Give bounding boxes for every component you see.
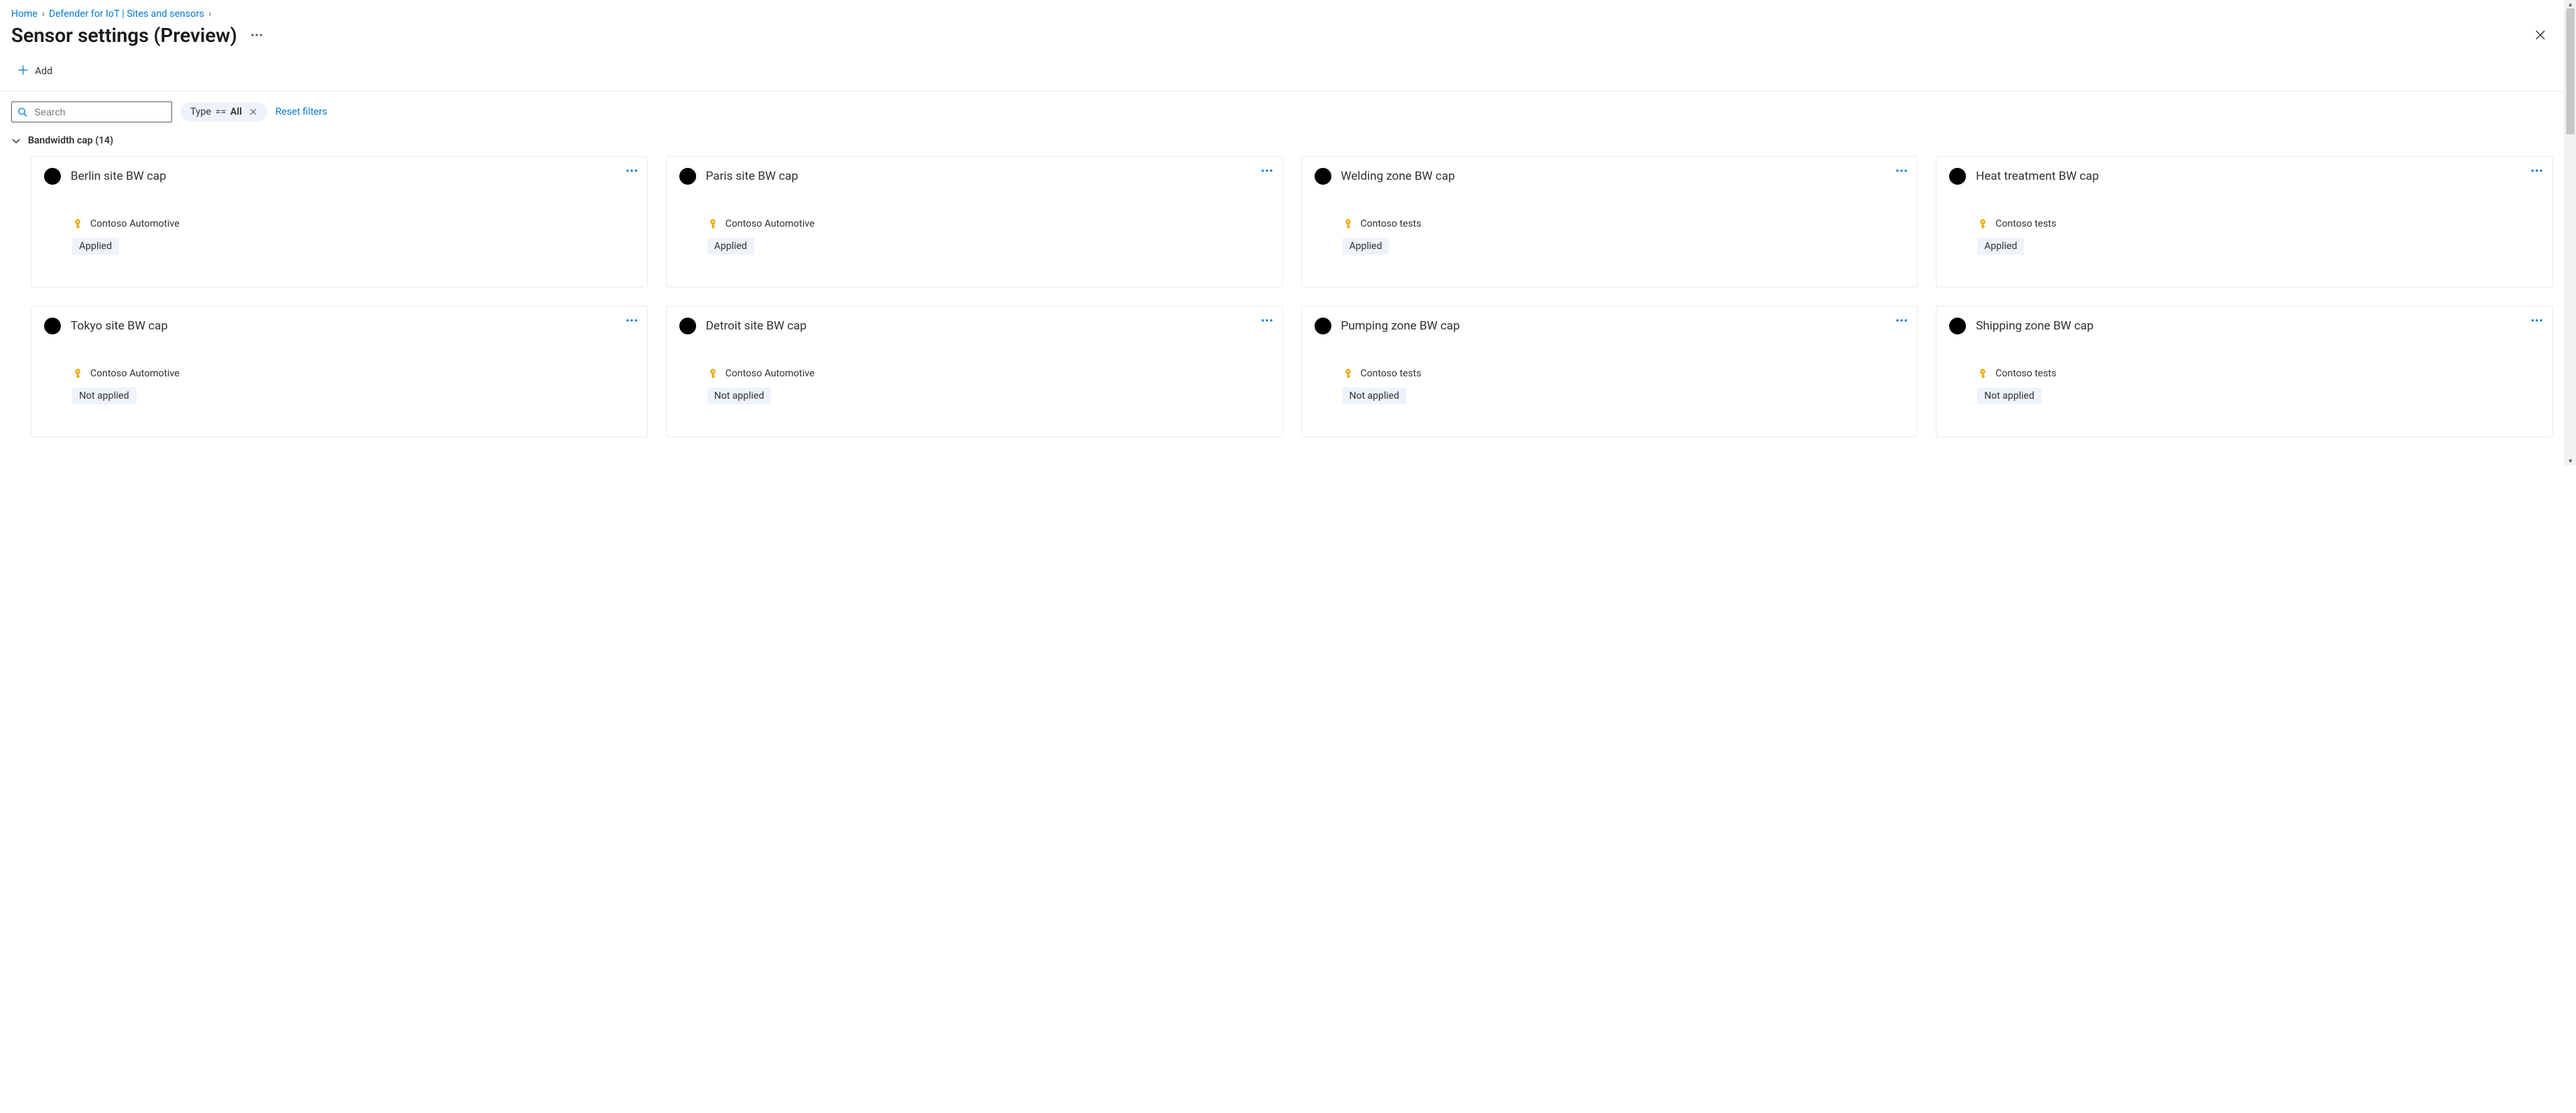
gauge-icon xyxy=(1948,166,1967,186)
card-more-button[interactable] xyxy=(623,312,640,326)
breadcrumb-sep-icon: › xyxy=(208,8,211,20)
setting-card[interactable]: Tokyo site BW cap Contoso Automotive Not… xyxy=(31,306,648,437)
filter-pill-value: All xyxy=(230,106,242,118)
scroll-down-icon: ▾ xyxy=(2565,457,2576,465)
breadcrumb-defender[interactable]: Defender for IoT | Sites and sensors xyxy=(49,8,204,20)
title-more-button[interactable] xyxy=(246,24,268,46)
group-header-bandwidth-cap[interactable]: Bandwidth cap (14) xyxy=(11,135,2553,146)
card-more-button[interactable] xyxy=(1259,162,1275,176)
add-button[interactable]: ＋ Add xyxy=(11,60,58,83)
card-more-button[interactable] xyxy=(2528,312,2545,326)
card-title: Paris site BW cap xyxy=(706,169,798,183)
search-box[interactable] xyxy=(11,101,172,122)
breadcrumb: Home › Defender for IoT | Sites and sens… xyxy=(11,8,2553,20)
close-icon xyxy=(2535,29,2546,41)
more-horizontal-icon xyxy=(626,169,637,172)
card-workspace: Contoso tests xyxy=(1995,368,2056,379)
setting-card[interactable]: Detroit site BW cap Contoso Automotive N… xyxy=(666,306,1283,437)
gauge-icon xyxy=(43,316,62,336)
more-horizontal-icon xyxy=(1261,169,1273,172)
breadcrumb-home[interactable]: Home xyxy=(11,8,38,20)
divider xyxy=(0,91,2564,92)
more-horizontal-icon xyxy=(1261,319,1273,322)
key-icon xyxy=(1343,218,1354,229)
more-horizontal-icon xyxy=(2531,319,2542,322)
group-header-label: Bandwidth cap (14) xyxy=(28,135,113,146)
setting-card[interactable]: Shipping zone BW cap Contoso tests Not a… xyxy=(1936,306,2553,437)
gauge-icon xyxy=(678,316,698,336)
gauge-icon xyxy=(1948,316,1967,336)
filter-pill-key: Type xyxy=(190,106,211,118)
status-badge: Not applied xyxy=(1343,388,1407,404)
card-more-button[interactable] xyxy=(1259,312,1275,326)
key-icon xyxy=(1343,368,1354,379)
gauge-icon xyxy=(43,166,62,186)
page-title: Sensor settings (Preview) xyxy=(11,24,237,47)
status-badge: Applied xyxy=(707,238,754,255)
more-horizontal-icon xyxy=(251,34,262,36)
card-title: Shipping zone BW cap xyxy=(1976,319,2093,333)
status-badge: Not applied xyxy=(707,388,772,404)
card-title: Detroit site BW cap xyxy=(706,319,807,333)
card-workspace: Contoso Automotive xyxy=(90,218,180,229)
gauge-icon xyxy=(1313,316,1333,336)
vertical-scrollbar[interactable]: ▴ ▾ xyxy=(2564,0,2576,465)
card-more-button[interactable] xyxy=(1893,162,1910,176)
plus-icon: ＋ xyxy=(17,65,29,78)
more-horizontal-icon xyxy=(1896,319,1907,322)
search-icon xyxy=(17,107,27,117)
key-icon xyxy=(72,218,83,229)
search-input[interactable] xyxy=(33,106,166,118)
setting-card[interactable]: Pumping zone BW cap Contoso tests Not ap… xyxy=(1301,306,1918,437)
card-workspace: Contoso tests xyxy=(1995,218,2056,229)
scroll-up-icon: ▴ xyxy=(2565,0,2576,8)
status-badge: Not applied xyxy=(1977,388,2041,404)
filter-pill-op: == xyxy=(215,106,226,118)
key-icon xyxy=(707,368,719,379)
scrollbar-thumb[interactable] xyxy=(2566,8,2575,134)
more-horizontal-icon xyxy=(2531,169,2542,172)
card-title: Heat treatment BW cap xyxy=(1976,169,2099,183)
card-workspace: Contoso tests xyxy=(1361,368,1422,379)
card-more-button[interactable] xyxy=(1893,312,1910,326)
filter-pill-type[interactable]: Type == All xyxy=(181,102,267,122)
card-title: Tokyo site BW cap xyxy=(71,319,168,333)
reset-filters-link[interactable]: Reset filters xyxy=(276,106,327,118)
gauge-icon xyxy=(678,166,698,186)
card-more-button[interactable] xyxy=(2528,162,2545,176)
setting-card[interactable]: Paris site BW cap Contoso Automotive App… xyxy=(666,156,1283,288)
card-title: Welding zone BW cap xyxy=(1341,169,1455,183)
more-horizontal-icon xyxy=(626,319,637,322)
status-badge: Not applied xyxy=(72,388,136,404)
card-workspace: Contoso Automotive xyxy=(90,368,180,379)
card-title: Pumping zone BW cap xyxy=(1341,319,1460,333)
card-workspace: Contoso tests xyxy=(1361,218,1422,229)
add-button-label: Add xyxy=(35,66,52,77)
close-button[interactable] xyxy=(2528,22,2553,48)
setting-card[interactable]: Welding zone BW cap Contoso tests Applie… xyxy=(1301,156,1918,288)
filter-pill-clear-button[interactable] xyxy=(246,105,260,119)
status-badge: Applied xyxy=(1343,238,1389,255)
key-icon xyxy=(72,368,83,379)
card-title: Berlin site BW cap xyxy=(71,169,167,183)
more-horizontal-icon xyxy=(1896,169,1907,172)
setting-card[interactable]: Berlin site BW cap Contoso Automotive Ap… xyxy=(31,156,648,288)
card-workspace: Contoso Automotive xyxy=(726,218,815,229)
status-badge: Applied xyxy=(72,238,119,255)
gauge-icon xyxy=(1313,166,1333,186)
status-badge: Applied xyxy=(1977,238,2024,255)
breadcrumb-sep-icon: › xyxy=(42,8,45,20)
key-icon xyxy=(1977,368,1988,379)
chevron-down-icon xyxy=(11,136,21,146)
card-more-button[interactable] xyxy=(623,162,640,176)
key-icon xyxy=(1977,218,1988,229)
close-icon xyxy=(250,108,257,115)
key-icon xyxy=(707,218,719,229)
card-workspace: Contoso Automotive xyxy=(726,368,815,379)
setting-card[interactable]: Heat treatment BW cap Contoso tests Appl… xyxy=(1936,156,2553,288)
